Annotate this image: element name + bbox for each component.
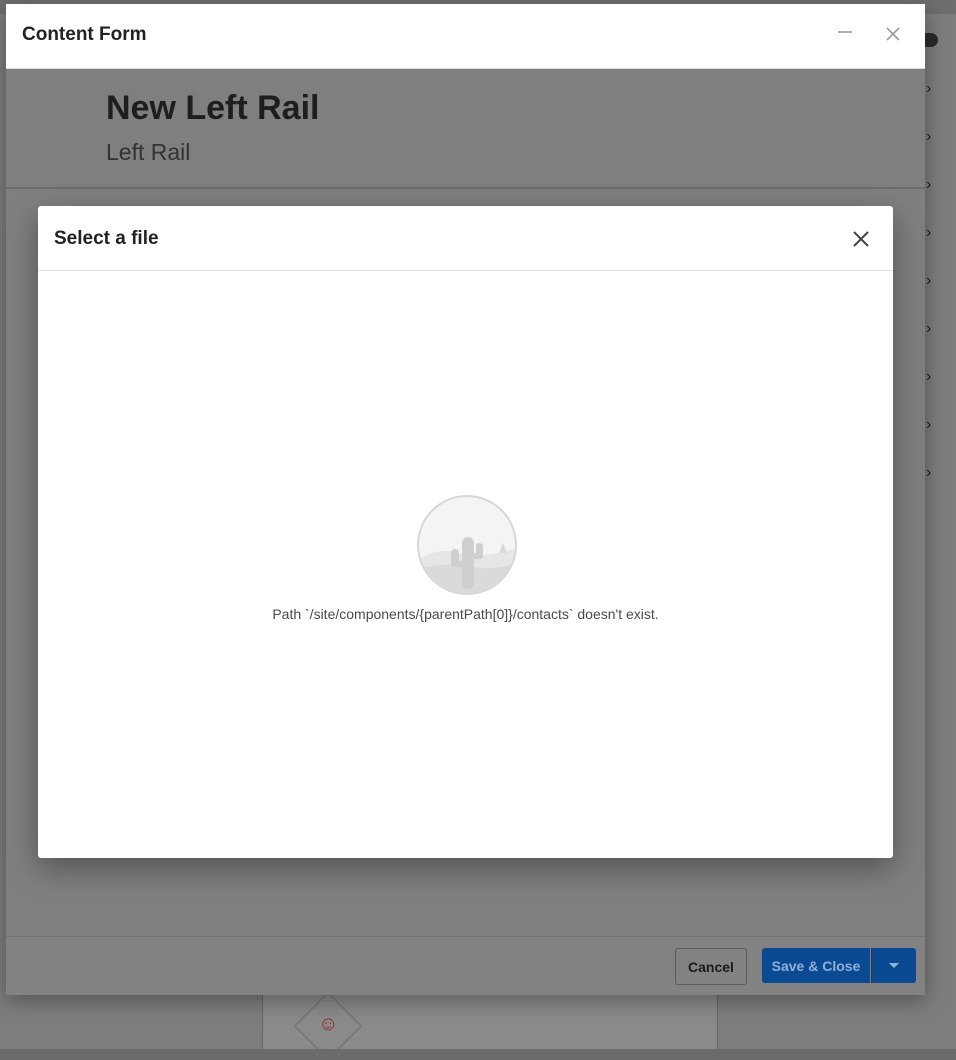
- chevron-right-icon: ›: [926, 320, 932, 337]
- empty-state-cactus-icon: [417, 495, 517, 595]
- chevron-right-icon: ›: [926, 128, 932, 145]
- page-title: New Left Rail: [106, 89, 320, 127]
- close-icon[interactable]: [880, 23, 906, 49]
- background-right-nav: › › › › › › › › ›: [925, 60, 956, 520]
- chevron-right-icon: ›: [926, 176, 932, 193]
- smiley-icon: ☺: [318, 1013, 339, 1035]
- cancel-button[interactable]: Cancel: [675, 948, 747, 985]
- content-form-header: Content Form: [6, 4, 925, 69]
- chevron-right-icon: ›: [926, 80, 932, 97]
- page-subtitle: Left Rail: [106, 139, 191, 165]
- chevron-right-icon: ›: [926, 224, 932, 241]
- minimize-icon[interactable]: [832, 23, 858, 49]
- content-form-title: Content Form: [22, 24, 147, 45]
- chevron-right-icon: ›: [926, 272, 932, 289]
- divider: [6, 187, 925, 189]
- save-options-button[interactable]: [871, 948, 916, 983]
- content-form-footer: Cancel Save & Close: [6, 936, 925, 995]
- empty-state-message: Path `/site/components/{parentPath[0]}/c…: [272, 606, 659, 622]
- save-and-close-button[interactable]: Save & Close: [762, 948, 870, 983]
- caret-down-icon: [889, 963, 899, 968]
- dialog-title: Select a file: [54, 228, 159, 249]
- dialog-header: Select a file: [38, 206, 893, 271]
- select-file-dialog: Select a file Path `/site/components/{pa…: [38, 206, 893, 858]
- chevron-right-icon: ›: [926, 368, 932, 385]
- chevron-right-icon: ›: [926, 464, 932, 481]
- close-icon[interactable]: [848, 226, 874, 252]
- chevron-right-icon: ›: [926, 416, 932, 433]
